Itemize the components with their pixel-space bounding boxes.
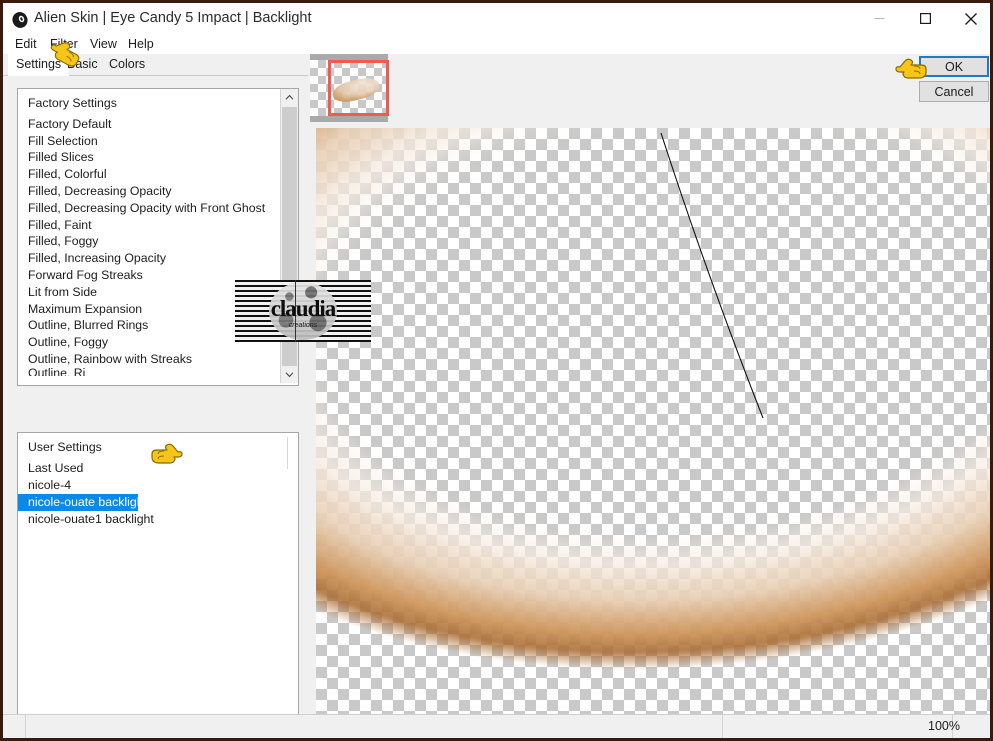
list-item-selected[interactable]: nicole-ouate backlight bbox=[18, 494, 147, 511]
alien-skin-icon bbox=[11, 11, 29, 29]
window-title: Alien Skin | Eye Candy 5 Impact | Backli… bbox=[34, 10, 312, 26]
watermark-overlay: claudia creations bbox=[235, 280, 371, 342]
scroll-up-icon[interactable] bbox=[281, 89, 298, 106]
zoom-level-indicator: 100% bbox=[928, 719, 960, 733]
list-item[interactable]: Outline, Rainbow with Streaks bbox=[18, 351, 280, 368]
factory-settings-header: Factory Settings bbox=[28, 96, 117, 110]
settings-panel: Settings Basic Colors Factory Settings F… bbox=[3, 54, 308, 738]
menu-bar: Edit Filter View Help bbox=[3, 34, 990, 54]
list-item[interactable]: nicole-4 bbox=[18, 477, 298, 494]
minimize-button[interactable] bbox=[856, 3, 902, 34]
menu-item-help[interactable]: Help bbox=[124, 35, 158, 53]
navigator-thumbnail[interactable] bbox=[310, 54, 389, 122]
status-cell-3 bbox=[722, 715, 953, 738]
menu-item-edit[interactable]: Edit bbox=[11, 35, 41, 53]
list-item[interactable]: Filled, Foggy bbox=[18, 233, 280, 250]
selection-guide-line bbox=[660, 132, 764, 419]
title-bar: Alien Skin | Eye Candy 5 Impact | Backli… bbox=[3, 3, 990, 36]
pointer-hand-filter-menu bbox=[46, 39, 92, 69]
list-item[interactable]: Factory Default bbox=[18, 116, 280, 133]
preview-canvas[interactable] bbox=[316, 128, 990, 714]
list-item[interactable]: Filled, Faint bbox=[18, 217, 280, 234]
watermark-text: claudia bbox=[270, 296, 337, 321]
status-cell-1 bbox=[3, 715, 26, 738]
thumbnail-viewport-marquee[interactable] bbox=[328, 60, 389, 116]
watermark-subtext: creations bbox=[288, 322, 318, 329]
close-button[interactable] bbox=[948, 3, 990, 34]
pointer-hand-selected-preset bbox=[138, 440, 184, 470]
status-bar: 100% bbox=[3, 714, 990, 738]
window-body: Alien Skin | Eye Candy 5 Impact | Backli… bbox=[3, 3, 990, 738]
pointer-hand-ok-button bbox=[894, 55, 940, 85]
list-item[interactable]: Filled, Decreasing Opacity bbox=[18, 183, 280, 200]
user-settings-listbox[interactable]: User Settings Last Used nicole-4 nicole-… bbox=[17, 432, 299, 724]
scroll-down-icon[interactable] bbox=[281, 366, 298, 383]
list-item[interactable]: Filled, Increasing Opacity bbox=[18, 250, 280, 267]
list-item[interactable]: Filled, Colorful bbox=[18, 166, 280, 183]
status-cell-2 bbox=[25, 715, 723, 738]
maximize-button[interactable] bbox=[902, 3, 948, 34]
tab-colors[interactable]: Colors bbox=[101, 54, 153, 75]
list-item[interactable]: Fill Selection bbox=[18, 133, 280, 150]
user-list-divider bbox=[287, 437, 288, 469]
list-item[interactable]: nicole-ouate1 backlight bbox=[18, 511, 298, 528]
list-item-clipped[interactable]: Outline, Ri bbox=[18, 368, 280, 376]
list-item[interactable]: Filled Slices bbox=[18, 149, 280, 166]
application-window: Alien Skin | Eye Candy 5 Impact | Backli… bbox=[0, 0, 993, 741]
list-item[interactable]: Filled, Decreasing Opacity with Front Gh… bbox=[18, 200, 280, 217]
